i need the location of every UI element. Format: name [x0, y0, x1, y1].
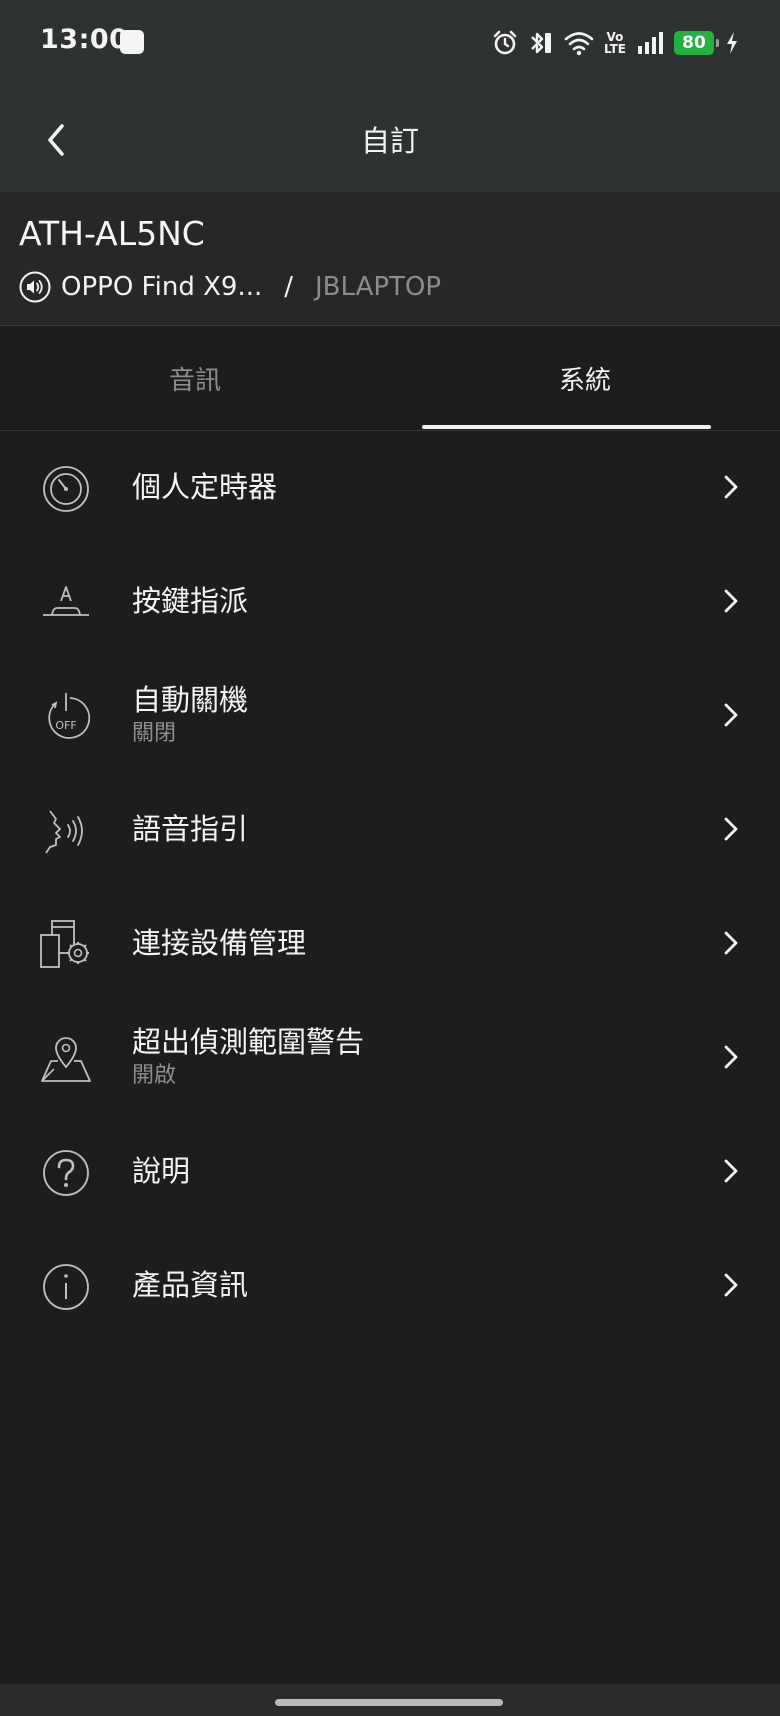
menu-text: 產品資訊: [132, 1228, 248, 1342]
menu-text: 按鍵指派: [132, 544, 248, 658]
menu-label: 語音指引: [132, 812, 249, 846]
home-gesture-handle[interactable]: [275, 1699, 503, 1706]
svg-text:OFF: OFF: [55, 719, 76, 732]
app-icon: [120, 30, 144, 54]
menu-item-help[interactable]: 說明: [0, 1114, 780, 1228]
menu-label: 超出偵測範圍警告: [132, 1025, 365, 1059]
menu-text: 超出偵測範圍警告 開啟: [132, 1000, 364, 1114]
speaker-icon: [19, 271, 51, 303]
chevron-right-icon: [724, 703, 738, 727]
menu-item-out-of-range-warning[interactable]: 超出偵測範圍警告 開啟: [0, 1000, 780, 1114]
menu-text: 連接設備管理: [132, 886, 306, 1000]
menu-label: 說明: [132, 1154, 191, 1188]
volte-bottom: LTE: [603, 42, 626, 56]
navigation-bar: [0, 1684, 780, 1716]
key-assign-icon: [38, 575, 94, 631]
wifi-icon: [564, 32, 594, 56]
bluetooth-icon: [531, 32, 551, 54]
status-icons: Vo LTE 80: [492, 26, 740, 60]
device-sources: OPPO Find X9... / JBLAPTOP: [19, 269, 441, 305]
menu-text: 自動關機 關閉: [132, 658, 248, 772]
battery-icon: 80: [674, 31, 719, 55]
chevron-right-icon: [724, 1273, 738, 1297]
menu-label: 產品資訊: [132, 1268, 249, 1302]
tab-bar: 音訊 系統: [0, 326, 780, 431]
tab-audio[interactable]: 音訊: [0, 326, 390, 430]
chevron-right-icon: [724, 1045, 738, 1069]
device-management-icon: [38, 917, 94, 973]
source-separator: /: [284, 272, 293, 302]
menu-item-device-management[interactable]: 連接設備管理: [0, 886, 780, 1000]
status-bar: 13:00 Vo LTE 80: [0, 0, 780, 88]
menu-text: 語音指引: [132, 772, 248, 886]
voice-guidance-icon: [38, 803, 94, 859]
signal-icon: [638, 32, 663, 54]
alarm-icon: [493, 30, 517, 55]
menu-item-voice-guidance[interactable]: 語音指引: [0, 772, 780, 886]
menu-label: 連接設備管理: [132, 926, 307, 960]
timer-icon: [38, 461, 94, 517]
source-primary: OPPO Find X9...: [61, 272, 263, 302]
menu-label: 個人定時器: [132, 470, 278, 504]
chevron-right-icon: [724, 1159, 738, 1183]
menu-text: 個人定時器: [132, 430, 277, 544]
chevron-right-icon: [724, 475, 738, 499]
menu-value: 關閉: [132, 721, 177, 746]
menu-item-product-info[interactable]: 產品資訊: [0, 1228, 780, 1342]
device-name: ATH-AL5NC: [19, 214, 205, 253]
status-time: 13:00: [40, 24, 129, 55]
battery-level: 80: [682, 33, 706, 53]
menu-value: 開啟: [132, 1063, 177, 1088]
menu-item-personal-timer[interactable]: 個人定時器: [0, 430, 780, 544]
app-bar: 自訂: [0, 88, 780, 192]
charging-icon: [727, 32, 737, 54]
help-icon: [38, 1145, 94, 1201]
chevron-right-icon: [724, 589, 738, 613]
source-secondary: JBLAPTOP: [315, 272, 442, 302]
volte-icon: Vo LTE: [604, 31, 626, 55]
chevron-right-icon: [724, 817, 738, 841]
menu-label: 按鍵指派: [132, 584, 249, 618]
chevron-right-icon: [724, 931, 738, 955]
auto-power-off-icon: OFF: [38, 689, 94, 745]
menu-item-auto-power-off[interactable]: OFF 自動關機 關閉: [0, 658, 780, 772]
menu-text: 說明: [132, 1114, 190, 1228]
menu-item-key-assign[interactable]: 按鍵指派: [0, 544, 780, 658]
menu-label: 自動關機: [132, 683, 249, 717]
device-header: ATH-AL5NC OPPO Find X9... / JBLAPTOP: [0, 192, 780, 326]
settings-list: 個人定時器 按鍵指派 OFF 自動關機 關閉 語音指引 連接設備管理 超出偵測範…: [0, 430, 780, 1342]
location-pin-icon: [38, 1031, 94, 1087]
tab-indicator: [422, 425, 711, 429]
info-icon: [38, 1259, 94, 1315]
tab-system[interactable]: 系統: [390, 326, 780, 430]
page-title: 自訂: [360, 124, 419, 158]
